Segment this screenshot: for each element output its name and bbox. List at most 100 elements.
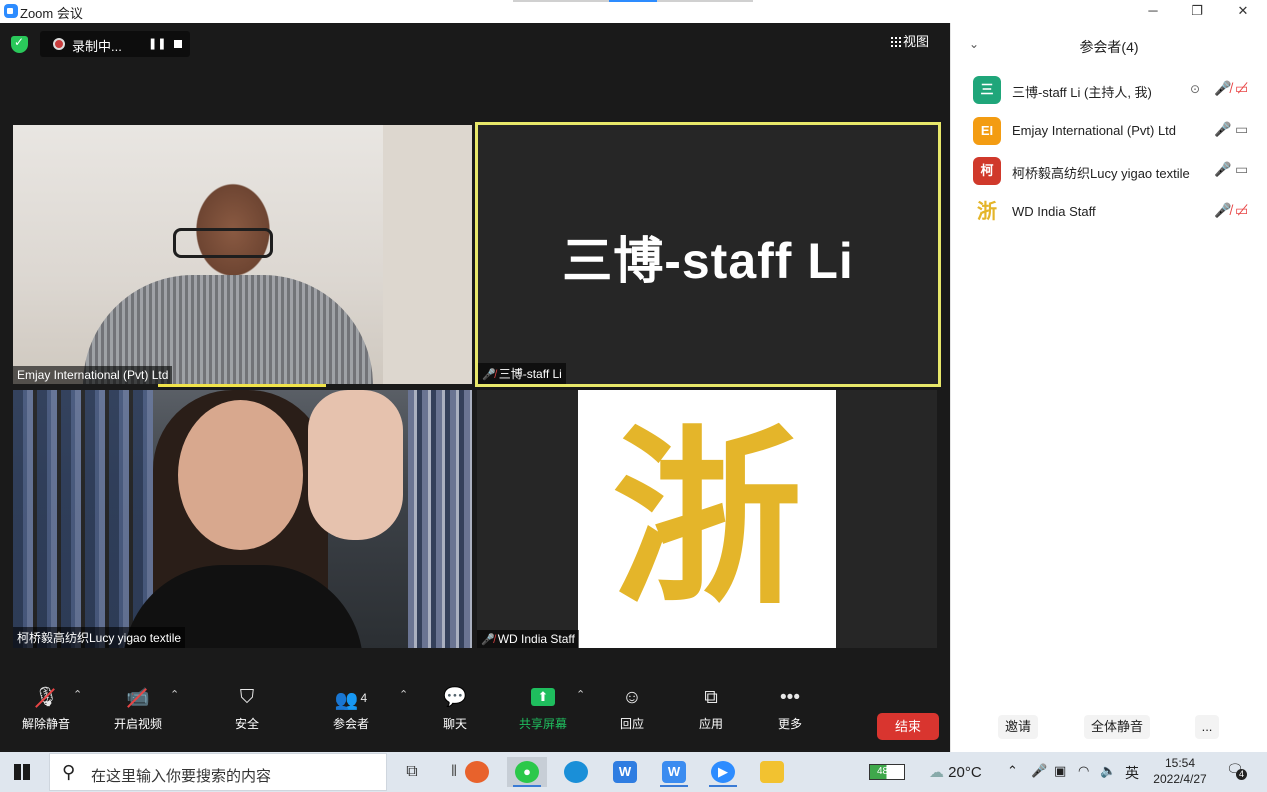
more-icon: ••• [780,687,800,708]
start-video-button[interactable]: 📹 开启视频 [103,686,173,732]
meeting-area: 录制中... ❚❚ 视图 Emjay International (Pvt) L… [0,23,950,752]
video-off-icon[interactable]: ▭̸ [1235,80,1248,97]
mic-icon[interactable]: 🎤 [1214,121,1231,138]
close-button[interactable]: ✕ [1220,0,1266,23]
security-shield-icon[interactable] [11,35,28,53]
security-tray-icon[interactable]: ▣ [1054,763,1066,779]
avatar: 柯 [973,157,1001,185]
mic-tray-icon[interactable]: 🎤 [1031,763,1047,779]
notification-icon[interactable]: 🗨 4 [1226,761,1247,781]
audio-options-chevron-icon[interactable]: ⌃ [73,688,82,701]
windows-taskbar: ⚲ 在这里输入你要搜索的内容 ⧉ ‖ ● W W ▶ 48% ☁ 20°C ⌃ … [0,752,1267,792]
wechat-icon[interactable]: ● [507,757,547,787]
wps-doc-icon[interactable]: W [654,757,694,787]
participants-button[interactable]: 👥 4 参会者 [316,686,386,732]
end-meeting-button[interactable]: 结束 [877,713,939,740]
profile-logo: 浙 [578,390,836,648]
unmute-button[interactable]: 🎙 解除静音 [11,686,81,732]
tile-name-label: 🎤̸ WD India Staff [477,630,579,648]
title-bar: Zoom 会议 ─ ❐ ✕ [0,0,1267,23]
tray-chevron-icon[interactable]: ⌃ [1007,763,1018,779]
restore-button[interactable]: ❐ [1174,0,1220,23]
participant-row[interactable]: 三 三博-staff Li (主持人, 我) ⊙ 🎤̸ ▭̸ [973,76,1258,106]
invite-button[interactable]: 邀请 [998,715,1038,739]
view-button[interactable]: 视图 [890,31,929,51]
apps-label: 应用 [698,717,723,731]
waving-hand [308,390,403,540]
background-shelf [408,390,472,648]
pause-recording-button[interactable]: ❚❚ [148,37,166,51]
participant-name: WD India Staff [1012,204,1096,219]
share-screen-button[interactable]: ⬆ 共享屏幕 [508,686,578,732]
weather-widget[interactable]: ☁ 20°C [929,763,982,781]
panel-more-button[interactable]: ... [1195,715,1219,739]
firefox-icon[interactable] [457,757,497,787]
minimize-button[interactable]: ─ [1130,0,1176,23]
zoom-app-icon [4,4,18,18]
mute-all-button[interactable]: 全体静音 [1084,715,1150,739]
video-tile-lucy[interactable]: 柯桥毅高纺织Lucy yigao textile [13,390,472,648]
temperature: 20°C [948,764,982,781]
wps-writer-icon[interactable]: W [605,757,645,787]
reactions-button[interactable]: ☺ 回应 [597,686,667,732]
edge-icon[interactable] [556,757,596,787]
more-button[interactable]: ••• 更多 [755,686,825,732]
zoom-taskbar-icon[interactable]: ▶ [703,757,743,787]
volume-icon[interactable]: 🔈 [1100,763,1116,779]
search-icon: ⚲ [62,762,76,782]
tile-name: 柯桥毅高纺织Lucy yigao textile [17,631,182,645]
meeting-toolbar: 🎙 解除静音 ⌃ 📹 开启视频 ⌃ ⛉ 安全 👥 4 参会者 ⌃ 💬 聊天 ⬆ 共… [0,674,950,752]
participant-name: Emjay International (Pvt) Ltd [1012,123,1177,138]
system-clock[interactable]: 15:54 2022/4/27 [1150,755,1210,787]
share-screen-label: 共享屏幕 [518,717,567,731]
task-view-icon[interactable]: ⧉ [392,757,432,787]
video-icon[interactable]: ▭ [1235,161,1248,178]
stop-recording-button[interactable] [174,40,182,48]
avatar: 浙 [973,198,1001,226]
video-options-chevron-icon[interactable]: ⌃ [170,688,179,701]
start-video-label: 开启视频 [113,717,162,731]
title-divider [657,0,753,2]
file-explorer-icon[interactable] [752,757,792,787]
video-tile-sanbo[interactable]: 三博-staff Li 🎤̸ 三博-staff Li [475,122,941,387]
participants-panel: ⌄ 参会者(4) 三 三博-staff Li (主持人, 我) ⊙ 🎤̸ ▭̸ … [950,23,1267,752]
video-tile-emjay[interactable]: Emjay International (Pvt) Ltd [13,125,472,384]
participant-row[interactable]: 柯 柯桥毅高纺织Lucy yigao textile 🎤 ▭ [973,157,1258,187]
grid-icon [890,36,901,47]
avatar: 三 [973,76,1001,104]
tile-name: WD India Staff [497,632,575,646]
apps-button[interactable]: ⧉ 应用 [676,686,746,732]
video-off-icon: 📹 [126,687,150,708]
window-title: Zoom 会议 [20,6,83,21]
mic-muted-icon[interactable]: 🎤̸ [1214,202,1231,219]
mic-muted-icon: 🎙 [33,687,59,708]
video-icon[interactable]: ▭ [1235,121,1248,138]
wifi-icon[interactable]: ◠ [1078,763,1089,779]
chat-button[interactable]: 💬 聊天 [420,686,490,732]
participant-row[interactable]: EI Emjay International (Pvt) Ltd 🎤 ▭ [973,117,1258,147]
ime-indicator[interactable]: 英 [1125,763,1139,783]
video-off-icon[interactable]: ▭̸ [1235,202,1248,219]
battery-indicator[interactable]: 48% [869,764,905,780]
mic-muted-icon[interactable]: 🎤̸ [1214,80,1231,97]
notification-count: 4 [1236,769,1247,780]
participant-name: 三博-staff Li (主持人, 我) [1012,85,1152,100]
tile-name-label: 柯桥毅高纺织Lucy yigao textile [13,627,186,648]
tile-display-name: 三博-staff Li [562,233,854,289]
video-tile-wd-india[interactable]: 浙 🎤̸ WD India Staff [477,390,937,648]
search-placeholder: 在这里输入你要搜索的内容 [91,768,272,785]
share-options-chevron-icon[interactable]: ⌃ [576,688,585,701]
security-button[interactable]: ⛉ 安全 [212,686,282,732]
share-screen-icon: ⬆ [531,688,555,706]
clock-date: 2022/4/27 [1153,772,1207,786]
tile-name: 三博-staff Li [498,367,562,381]
view-label: 视图 [903,34,930,49]
security-label: 安全 [234,717,259,731]
participants-count: 4 [360,691,368,705]
participant-row[interactable]: 浙 WD India Staff 🎤̸ ▭̸ [973,198,1258,228]
participant-name: 柯桥毅高纺织Lucy yigao textile [1012,166,1190,181]
participants-options-chevron-icon[interactable]: ⌃ [399,688,408,701]
windows-start-icon[interactable] [14,764,30,780]
mic-icon[interactable]: 🎤 [1214,161,1231,178]
taskbar-search-input[interactable]: ⚲ 在这里输入你要搜索的内容 [49,753,387,791]
